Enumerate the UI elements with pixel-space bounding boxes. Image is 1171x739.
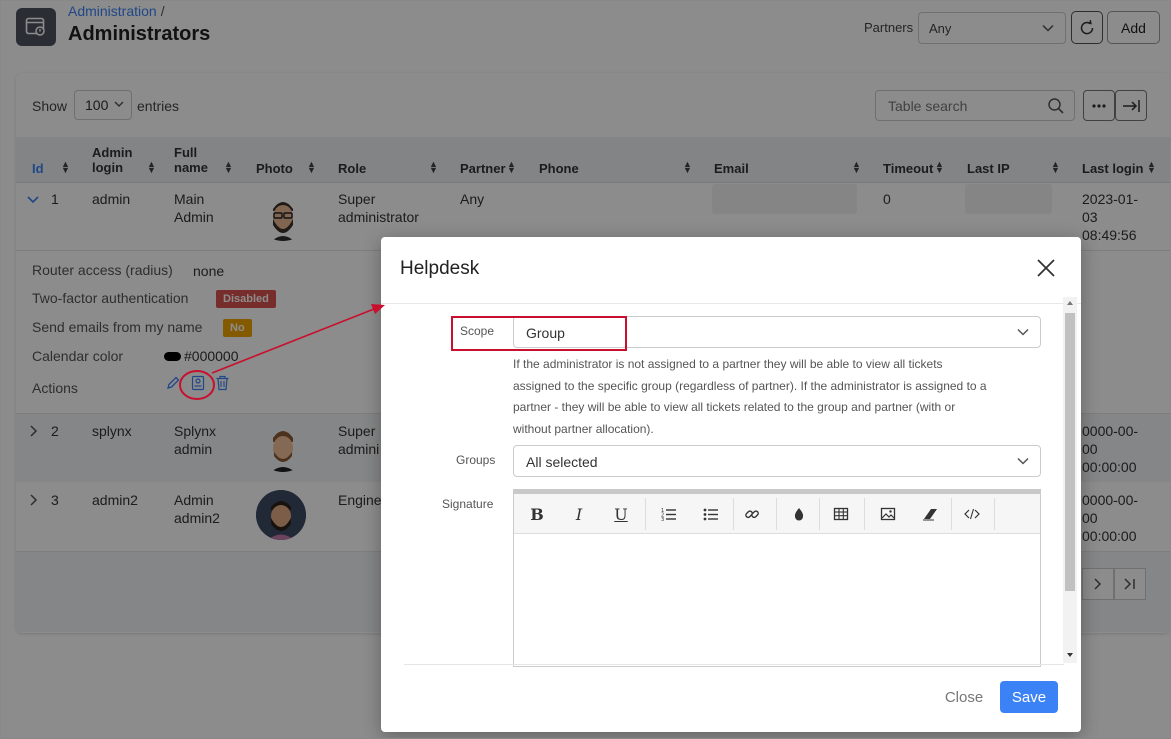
save-button[interactable]: Save [1000, 681, 1058, 713]
toolbar-divider [951, 498, 952, 530]
bold-icon[interactable]: B [523, 502, 551, 526]
toolbar-divider [994, 498, 995, 530]
help-line: partner - they will be able to view all … [513, 400, 956, 414]
scope-help-text: If the administrator is not assigned to … [513, 354, 1053, 440]
modal-footer-divider [404, 664, 1064, 665]
scroll-up-icon[interactable] [1066, 300, 1074, 306]
signature-editor[interactable]: B I U 123 [513, 489, 1041, 667]
italic-icon[interactable]: I [565, 502, 593, 526]
chevron-down-icon [1017, 328, 1029, 336]
help-line: assigned to the specific group (regardle… [513, 378, 987, 393]
groups-label: Groups [456, 453, 496, 467]
chevron-down-icon [1017, 457, 1029, 465]
close-button[interactable]: Close [934, 681, 994, 713]
editor-toolbar: B I U 123 [514, 494, 1040, 534]
ordered-list-icon[interactable]: 123 [655, 502, 683, 526]
table-icon[interactable] [827, 502, 855, 526]
toolbar-divider [645, 498, 646, 530]
toolbar-divider [819, 498, 820, 530]
svg-text:3: 3 [661, 517, 664, 521]
toolbar-divider [776, 498, 777, 530]
help-line: If the administrator is not assigned to … [513, 357, 943, 371]
unordered-list-icon[interactable] [697, 502, 725, 526]
scroll-down-icon[interactable] [1066, 652, 1074, 658]
link-icon[interactable] [738, 502, 766, 526]
scrollbar-thumb[interactable] [1065, 313, 1075, 591]
close-icon[interactable] [1035, 257, 1057, 279]
eraser-icon[interactable] [916, 502, 944, 526]
help-line: without partner allocation). [513, 421, 654, 436]
code-view-icon[interactable] [958, 502, 986, 526]
groups-select[interactable]: All selected [513, 445, 1041, 477]
toolbar-divider [864, 498, 865, 530]
underline-icon[interactable]: U [607, 502, 635, 526]
groups-select-value: All selected [526, 454, 598, 470]
modal-header-divider [381, 303, 1081, 304]
scope-highlight-annotation [451, 316, 627, 351]
color-drop-icon[interactable] [785, 502, 813, 526]
toolbar-divider [733, 498, 734, 530]
modal-title: Helpdesk [400, 258, 480, 279]
modal-scrollbar[interactable] [1063, 297, 1077, 663]
image-icon[interactable] [874, 502, 902, 526]
signature-label: Signature [442, 497, 494, 511]
